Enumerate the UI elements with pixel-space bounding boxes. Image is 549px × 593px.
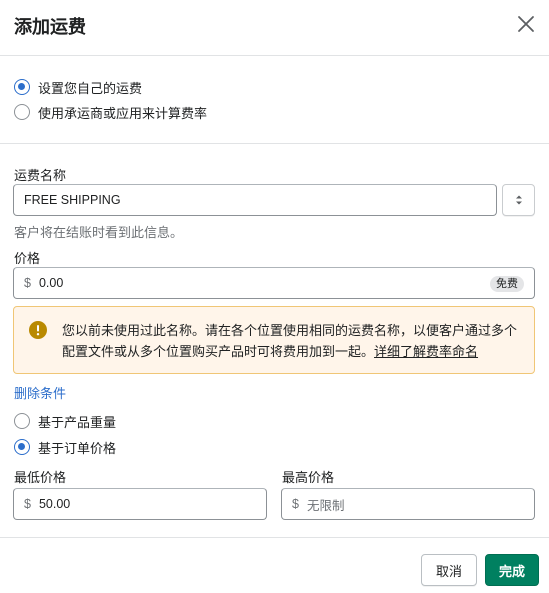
dialog-title: 添加运费: [14, 17, 86, 37]
radio-label: 基于订单价格: [38, 440, 117, 456]
rate-name-label: 运费名称: [14, 168, 67, 183]
radio-button[interactable]: [14, 104, 30, 120]
rate-name-value: FREE SHIPPING: [24, 193, 121, 207]
radio-button-checked[interactable]: [14, 79, 30, 95]
close-button[interactable]: [512, 10, 540, 38]
price-label: 价格: [14, 251, 41, 266]
radio-option-weight-based[interactable]: 基于产品重量: [14, 412, 116, 430]
price-input[interactable]: $ 0.00 免费: [13, 267, 535, 299]
radio-button[interactable]: [14, 413, 30, 429]
footer-divider: [0, 537, 549, 538]
radio-label: 使用承运商或应用来计算费率: [38, 105, 208, 121]
section-divider: [0, 143, 549, 144]
remove-conditions-link[interactable]: 删除条件: [14, 383, 66, 402]
close-icon: [518, 16, 534, 32]
radio-button-checked[interactable]: [14, 439, 30, 455]
learn-more-link[interactable]: 详细了解费率命名: [374, 344, 478, 359]
rate-name-help-text: 客户将在结账时看到此信息。: [14, 225, 184, 240]
currency-prefix: $: [292, 497, 299, 511]
radio-label: 设置您自己的运费: [38, 80, 143, 96]
warning-circle-icon: [29, 321, 47, 339]
max-price-input[interactable]: $ 无限制: [281, 488, 535, 520]
price-value: 0.00: [38, 276, 64, 290]
free-badge: 免费: [490, 276, 524, 292]
rate-name-select-button[interactable]: [502, 184, 535, 216]
warning-text: 您以前未使用过此名称。请在各个位置使用相同的运费名称，以便客户通过多个配置文件或…: [62, 320, 524, 362]
currency-prefix: $: [24, 497, 31, 511]
radio-option-custom-rate[interactable]: 设置您自己的运费: [14, 78, 142, 96]
min-price-value: 50.00: [38, 497, 71, 511]
currency-prefix: $: [24, 276, 31, 290]
warning-banner: 您以前未使用过此名称。请在各个位置使用相同的运费名称，以便客户通过多个配置文件或…: [13, 306, 535, 374]
cancel-button[interactable]: 取消: [421, 554, 477, 586]
done-button[interactable]: 完成: [485, 554, 539, 586]
max-price-label: 最高价格: [282, 470, 335, 485]
radio-option-carrier-rate[interactable]: 使用承运商或应用来计算费率: [14, 103, 207, 121]
min-price-label: 最低价格: [14, 470, 67, 485]
select-arrows-icon: [515, 195, 522, 205]
min-price-input[interactable]: $ 50.00: [13, 488, 267, 520]
radio-option-price-based[interactable]: 基于订单价格: [14, 438, 116, 456]
max-price-placeholder: 无限制: [306, 498, 345, 513]
dialog-header: 添加运费: [0, 0, 549, 56]
rate-name-input[interactable]: FREE SHIPPING: [13, 184, 497, 216]
radio-label: 基于产品重量: [38, 414, 117, 430]
